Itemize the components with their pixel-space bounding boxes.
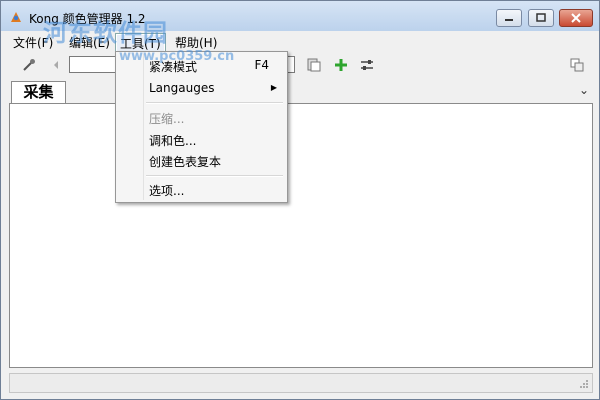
menu-separator [146,102,283,104]
toolbar [1,51,599,79]
menu-gutter [143,54,144,200]
maximize-button[interactable] [528,9,554,27]
add-icon[interactable] [333,57,349,73]
paste-icon[interactable] [306,57,322,73]
compact-mode-shortcut: F4 [254,58,269,72]
app-window: Kong 颜色管理器 1.2 文件(F) 编辑(E) 工具(T) 帮助(H) 采… [0,0,600,400]
resize-grip-icon[interactable] [579,379,589,389]
minimize-icon [505,19,513,21]
adjust-icon[interactable] [359,57,375,73]
menu-item-languages[interactable]: Langauges [149,81,214,95]
watermark-name: 河东软件园 [43,19,168,47]
maximize-icon [536,13,546,22]
watermark-url: www.pc0359.cn [119,49,235,64]
tab-collect[interactable]: 采集 [11,81,66,103]
menu-separator [146,175,283,177]
status-bar [9,373,593,393]
menu-item-harmony[interactable]: 调和色... [149,132,196,149]
tools-menu-dropdown: 紧凑模式 F4 Langauges ▶ 压缩... 调和色... 创建色表复本 … [115,51,288,203]
close-icon [571,13,581,23]
menu-item-duplicate-palette[interactable]: 创建色表复本 [149,153,221,170]
close-button[interactable] [559,9,593,27]
menu-item-options[interactable]: 选项... [149,182,184,199]
collection-panel[interactable] [9,103,593,368]
eyedropper-icon[interactable] [21,57,37,73]
minimize-button[interactable] [496,9,522,27]
window-copy-icon[interactable] [569,57,585,73]
chevron-down-icon[interactable]: ⌄ [579,83,589,97]
submenu-arrow-icon: ▶ [270,83,277,92]
tab-strip: 采集 ⌄ [1,79,599,103]
app-logo-icon [11,12,21,22]
nav-left-icon[interactable] [51,57,61,73]
menu-item-compress: 压缩... [149,112,185,126]
